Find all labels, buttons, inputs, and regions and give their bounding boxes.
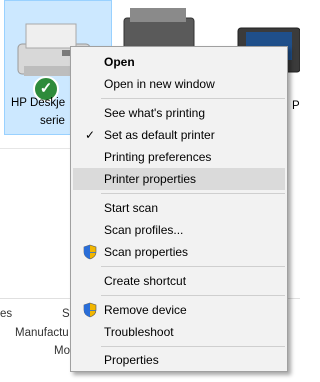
menu-item-open-new-window[interactable]: Open in new window [73,73,285,95]
menu-separator [101,346,285,347]
menu-item-printer-properties[interactable]: Printer properties [73,168,285,190]
menu-item-start-scan[interactable]: Start scan [73,197,285,219]
checkmark-icon: ✓ [84,128,96,142]
uac-shield-icon [82,244,98,260]
uac-shield-icon [82,302,98,318]
device-label: P [292,100,300,112]
divider [0,148,70,149]
menu-item-open[interactable]: Open [73,51,285,73]
menu-separator [101,193,285,194]
device-label-line2: serie [40,115,65,127]
detail-text: Mo [54,345,70,357]
menu-item-see-whats-printing[interactable]: See what's printing [73,102,285,124]
menu-item-set-default-printer[interactable]: ✓ Set as default printer [73,124,285,146]
menu-item-create-shortcut[interactable]: Create shortcut [73,270,285,292]
menu-item-properties[interactable]: Properties [73,349,285,371]
menu-item-scan-profiles[interactable]: Scan profiles... [73,219,285,241]
context-menu: Open Open in new window See what's print… [70,46,288,372]
menu-separator [101,98,285,99]
detail-text: es [0,308,13,320]
detail-text: Manufactu [15,327,69,339]
menu-item-troubleshoot[interactable]: Troubleshoot [73,321,285,343]
device-label-line1: HP Deskje [11,97,66,109]
menu-item-remove-device[interactable]: Remove device [73,299,285,321]
menu-separator [101,295,285,296]
menu-item-printing-preferences[interactable]: Printing preferences [73,146,285,168]
menu-separator [101,266,285,267]
menu-item-scan-properties[interactable]: Scan properties [73,241,285,263]
